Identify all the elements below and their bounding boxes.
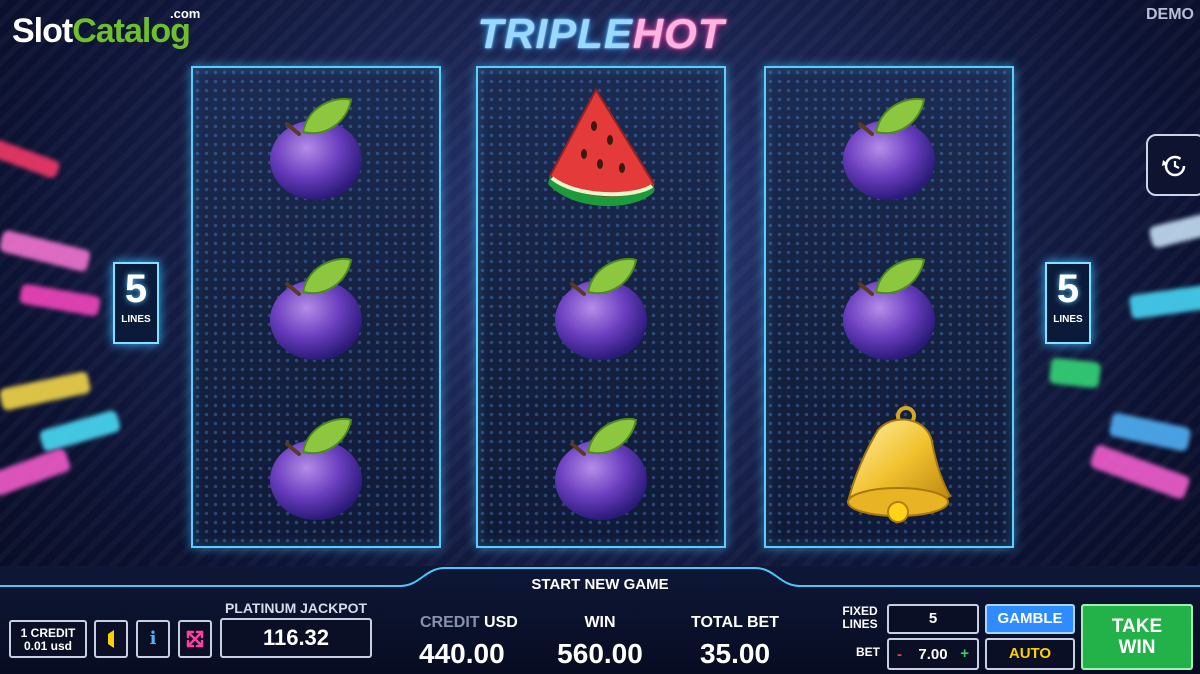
bet-increase-button[interactable]: + [960,645,969,662]
gamble-button[interactable]: GAMBLE [985,604,1075,634]
credit-currency: USD [484,614,518,631]
jackpot-value-box: 116.32 [220,618,372,658]
game-title: TRIPLEHOT [470,10,732,58]
credit-value-button[interactable]: 1 CREDIT 0.01 usd [9,620,87,658]
lines-label: LINES [121,314,151,325]
reel-1 [191,66,441,548]
jackpot-label: PLATINUM JACKPOT [224,600,368,616]
demo-label: DEMO [1146,6,1194,23]
plum-symbol [536,402,666,532]
lines-indicator-right: 5 LINES [1045,262,1091,344]
history-icon [1162,155,1186,177]
credit-label-row: CREDIT USD [420,614,518,632]
lines-count: 5 [124,267,148,311]
logo-com: .com [170,6,201,21]
neon-streak [1048,357,1102,389]
speaker-icon [108,630,114,648]
lines-indicator-left: 5 LINES [113,262,159,344]
auto-button[interactable]: AUTO [985,638,1075,670]
take-win-button[interactable]: TAKE WIN [1081,604,1193,670]
start-new-game-text: START NEW GAME [531,576,669,593]
take-win-label-2: WIN [1118,637,1156,658]
bet-label: BET [856,645,880,659]
game-title-part2: HOT [632,10,725,57]
fullscreen-button[interactable] [178,620,212,658]
reel-2 [476,66,726,548]
lines-label: LINES [1053,314,1083,325]
fullscreen-icon [186,630,204,648]
win-label: WIN [584,614,616,631]
take-win-label-1: TAKE [1111,616,1163,637]
info-button[interactable]: i [136,620,170,658]
credit-value: 440.00 [419,638,505,669]
logo-slot: Slot [12,12,73,50]
plum-symbol [824,82,954,212]
total-bet-value: 35.00 [699,638,771,669]
jackpot-value: 116.32 [262,625,330,650]
sound-button[interactable] [94,620,128,658]
lines-count: 5 [1056,267,1080,311]
watermelon-symbol [536,80,666,210]
plum-symbol [251,402,381,532]
plum-symbol [251,82,381,212]
credit-value-line2: 0.01 usd [23,639,73,653]
history-button[interactable] [1146,134,1200,196]
game-title-part1: TRIPLE [477,10,633,57]
fixed-lines-value: 5 [928,610,938,627]
reel-3 [764,66,1014,548]
plum-symbol [536,242,666,372]
fixed-lines-label-2: LINES [842,617,878,631]
info-icon: i [149,628,157,649]
bell-symbol [824,402,954,532]
win-value: 560.00 [557,638,643,669]
plum-symbol [824,242,954,372]
fixed-lines-box: 5 [887,604,979,634]
bet-stepper: - 7.00 + [887,638,979,670]
total-bet-label: TOTAL BET [691,614,779,631]
plum-symbol [251,242,381,372]
slotcatalog-logo: SlotCatalog .com [12,6,200,51]
credit-label: CREDIT [420,614,480,631]
fixed-lines-label: FIXED LINES [838,605,882,631]
